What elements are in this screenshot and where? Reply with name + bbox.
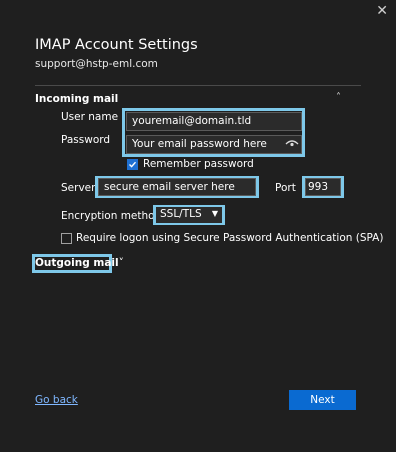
chevron-down-icon: ˅ bbox=[118, 257, 124, 269]
outgoing-mail-heading[interactable]: Outgoing mail˅ bbox=[35, 257, 124, 269]
header-divider bbox=[35, 85, 361, 86]
encryption-label: Encryption method bbox=[61, 210, 162, 222]
server-label: Server bbox=[61, 182, 96, 194]
next-button[interactable]: Next bbox=[289, 390, 356, 410]
spa-label: Require logon using Secure Password Auth… bbox=[76, 232, 384, 244]
dropdown-arrow-icon: ▼ bbox=[211, 209, 218, 218]
eye-icon[interactable] bbox=[285, 137, 299, 151]
remember-password-checkbox[interactable] bbox=[127, 159, 138, 170]
encryption-value: SSL/TLS bbox=[160, 208, 202, 220]
go-back-link[interactable]: Go back bbox=[35, 394, 78, 406]
username-label: User name bbox=[61, 111, 119, 123]
spa-checkbox[interactable] bbox=[61, 233, 72, 244]
password-label: Password bbox=[61, 134, 111, 146]
account-email: support@hstp-eml.com bbox=[35, 58, 158, 70]
port-label: Port bbox=[275, 182, 296, 194]
password-field[interactable]: Your email password here bbox=[126, 135, 302, 154]
close-button[interactable]: ✕ bbox=[376, 2, 388, 20]
encryption-dropdown[interactable]: SSL/TLS ▼ bbox=[156, 207, 222, 223]
outgoing-mail-label: Outgoing mail bbox=[35, 257, 119, 269]
port-field[interactable]: 993 bbox=[305, 178, 341, 196]
remember-password-label: Remember password bbox=[143, 158, 254, 170]
server-field[interactable]: secure email server here bbox=[98, 178, 256, 196]
chevron-up-icon[interactable]: ˄ bbox=[336, 92, 341, 103]
username-field[interactable]: youremail@domain.tld bbox=[126, 112, 302, 131]
incoming-mail-heading[interactable]: Incoming mail bbox=[35, 93, 118, 105]
dialog-title: IMAP Account Settings bbox=[35, 37, 198, 53]
